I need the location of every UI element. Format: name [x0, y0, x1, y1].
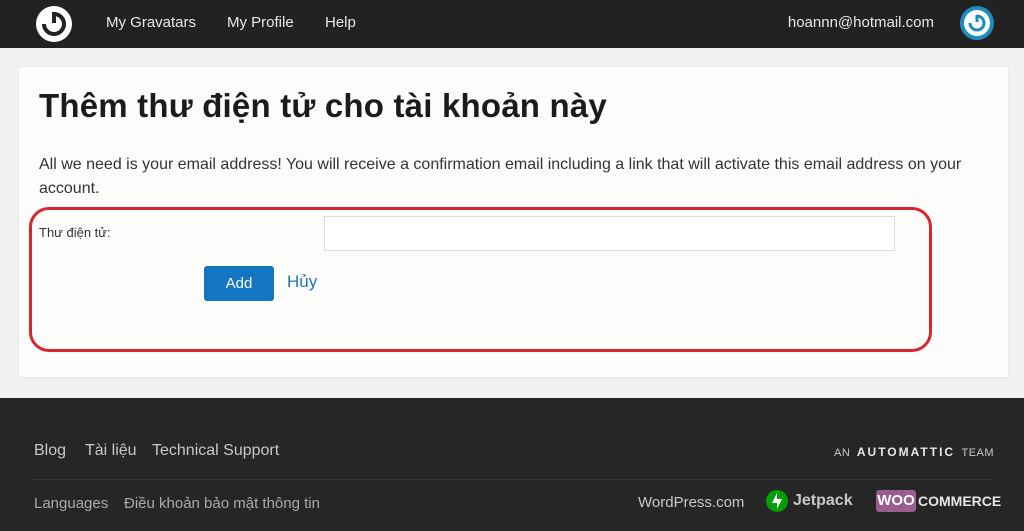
automattic-brand: AUTOMATTIC: [856, 445, 956, 459]
user-email[interactable]: hoannn@hotmail.com: [788, 0, 934, 48]
wordpress-link[interactable]: WordPress.com: [638, 494, 744, 511]
footer-link-blog[interactable]: Blog: [34, 442, 66, 460]
cancel-link[interactable]: Hủy: [287, 272, 317, 292]
woo-logo-icon[interactable]: WOO: [876, 490, 916, 512]
woocommerce-link[interactable]: COMMERCE: [918, 493, 1001, 509]
automattic-prefix: AN: [834, 447, 851, 459]
footer-link-docs[interactable]: Tài liệu: [85, 442, 137, 460]
footer-link-languages[interactable]: Languages: [34, 495, 108, 512]
add-button[interactable]: Add: [204, 266, 274, 301]
page-title: Thêm thư điện tử cho tài khoản này: [39, 87, 607, 124]
footer-link-support[interactable]: Technical Support: [152, 442, 279, 460]
description-text: All we need is your email address! You w…: [39, 156, 962, 197]
footer: Blog Tài liệu Technical Support AN AUTOM…: [0, 398, 1024, 531]
footer-link-privacy[interactable]: Điều khoản bảo mật thông tin: [124, 495, 320, 512]
footer-divider: [34, 479, 994, 480]
add-email-card: Thêm thư điện tử cho tài khoản này All w…: [18, 66, 1009, 378]
jetpack-link[interactable]: Jetpack: [793, 492, 853, 510]
top-nav-bar: My Gravatars My Profile Help hoannn@hotm…: [0, 0, 1024, 48]
email-field[interactable]: [324, 216, 895, 251]
nav-help[interactable]: Help: [325, 0, 356, 48]
user-avatar-icon[interactable]: [960, 6, 994, 40]
nav-my-profile[interactable]: My Profile: [227, 0, 294, 48]
jetpack-icon[interactable]: [766, 490, 788, 512]
automattic-team-label[interactable]: AN AUTOMATTIC TEAM: [834, 445, 994, 459]
automattic-suffix: TEAM: [961, 447, 994, 459]
email-field-label: Thư điện tử:: [39, 225, 111, 240]
nav-my-gravatars[interactable]: My Gravatars: [106, 0, 196, 48]
gravatar-logo-icon[interactable]: [36, 6, 72, 42]
